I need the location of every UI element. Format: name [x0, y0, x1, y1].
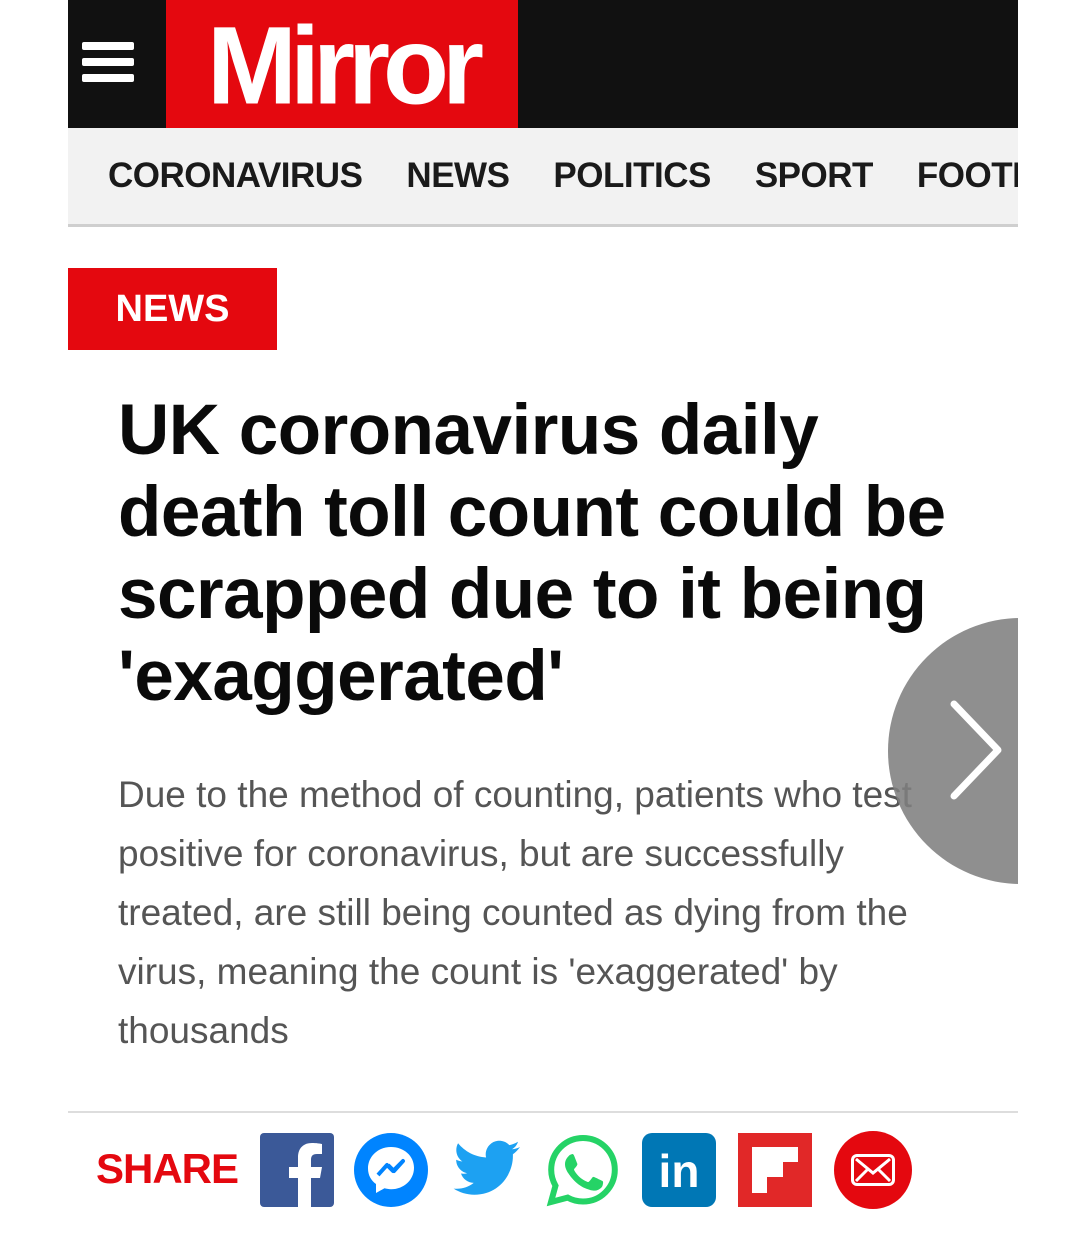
messenger-icon[interactable]	[354, 1133, 428, 1207]
logo-text: Mirror	[206, 3, 484, 128]
nav-item-football[interactable]: FOOTBALL	[917, 156, 1018, 196]
share-label: SHARE	[96, 1145, 239, 1192]
section-tag[interactable]: NEWS	[68, 268, 277, 350]
whatsapp-icon[interactable]	[546, 1133, 620, 1207]
nav-item-politics[interactable]: POLITICS	[553, 156, 711, 196]
hamburger-menu-icon[interactable]	[82, 40, 136, 84]
share-divider	[68, 1111, 1018, 1113]
nav-item-coronavirus[interactable]: CORONAVIRUS	[108, 156, 363, 196]
twitter-icon[interactable]	[450, 1133, 524, 1207]
page-frame: Mirror CORONAVIRUS NEWS POLITICS SPORT F…	[68, 0, 1018, 1257]
article-standfirst: Due to the method of counting, patients …	[118, 774, 912, 1051]
article-headline: UK coronavirus daily death toll count co…	[118, 391, 946, 716]
mirror-logo[interactable]: Mirror	[166, 0, 518, 128]
linkedin-text: in	[659, 1145, 700, 1197]
main-nav: CORONAVIRUS NEWS POLITICS SPORT FOOTBALL	[68, 128, 1018, 227]
linkedin-icon[interactable]: in	[642, 1133, 716, 1207]
nav-item-sport[interactable]: SPORT	[755, 156, 874, 196]
facebook-icon[interactable]	[260, 1133, 334, 1207]
flipboard-icon[interactable]	[738, 1133, 812, 1207]
chevron-right-icon	[950, 700, 1002, 800]
top-header: Mirror	[68, 0, 1018, 128]
nav-item-news[interactable]: NEWS	[406, 156, 510, 196]
email-icon[interactable]	[834, 1131, 912, 1209]
